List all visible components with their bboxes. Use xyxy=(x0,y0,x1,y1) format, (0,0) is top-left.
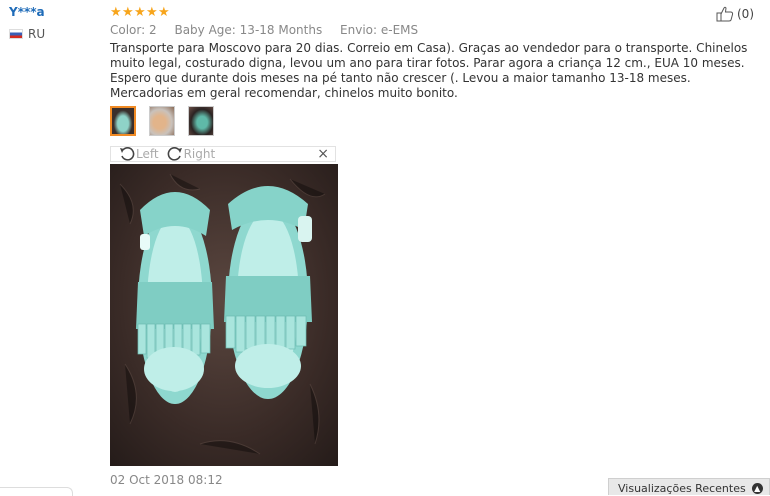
order-attributes: Color: 2 Baby Age: 13-18 Months Envio: e… xyxy=(110,23,760,37)
color-value: 2 xyxy=(149,23,157,37)
photo-viewer-toolbar: Left Right × xyxy=(110,146,336,162)
photo-thumbnail-3[interactable] xyxy=(188,106,214,136)
thumbs-up-icon xyxy=(716,6,734,22)
review-photo xyxy=(110,164,338,466)
baby-age-label: Baby Age: xyxy=(174,23,236,37)
rotate-right-button[interactable]: Right xyxy=(167,146,216,162)
review-header: ★ ★ ★ ★ ★ Color: 2 Baby Age: 13-18 Month… xyxy=(110,4,760,38)
rotate-left-label: Left xyxy=(136,147,159,161)
rotate-left-button[interactable]: Left xyxy=(119,146,159,162)
photo-thumbnail-1[interactable] xyxy=(110,106,136,136)
photo-thumbnail-2[interactable] xyxy=(149,106,175,136)
shipping-value: e-EMS xyxy=(380,23,419,37)
reviewer-country: RU xyxy=(9,27,45,41)
reviewer-info: Y***a RU xyxy=(9,5,45,41)
helpful-button[interactable]: (0) xyxy=(716,6,754,22)
reviewer-name[interactable]: Y***a xyxy=(9,5,45,19)
recent-views-panel[interactable]: Visualizações Recentes ▲ xyxy=(608,478,770,495)
star-icon: ★ xyxy=(122,4,134,20)
baby-age-value: 13-18 Months xyxy=(239,23,323,37)
star-icon: ★ xyxy=(146,4,158,20)
rotate-left-icon xyxy=(120,147,135,161)
star-icon: ★ xyxy=(110,4,122,20)
color-label: Color: xyxy=(110,23,146,37)
country-code: RU xyxy=(28,27,46,41)
review-photo-thumbnails xyxy=(110,106,214,136)
review-date: 02 Oct 2018 08:12 xyxy=(110,473,223,487)
russia-flag-icon xyxy=(9,29,23,39)
star-icon: ★ xyxy=(158,4,170,20)
chevron-up-icon: ▲ xyxy=(751,483,763,494)
recent-views-label: Visualizações Recentes xyxy=(618,482,746,495)
rotate-right-icon xyxy=(167,147,182,161)
star-rating: ★ ★ ★ ★ ★ xyxy=(110,4,760,20)
shipping-label: Envio: xyxy=(340,23,378,37)
review-text: Transporte para Moscovo para 20 dias. Co… xyxy=(110,41,748,100)
close-viewer-button[interactable]: × xyxy=(317,146,329,162)
star-icon: ★ xyxy=(134,4,146,20)
helpful-count: (0) xyxy=(737,7,754,21)
rotate-right-label: Right xyxy=(183,147,216,161)
